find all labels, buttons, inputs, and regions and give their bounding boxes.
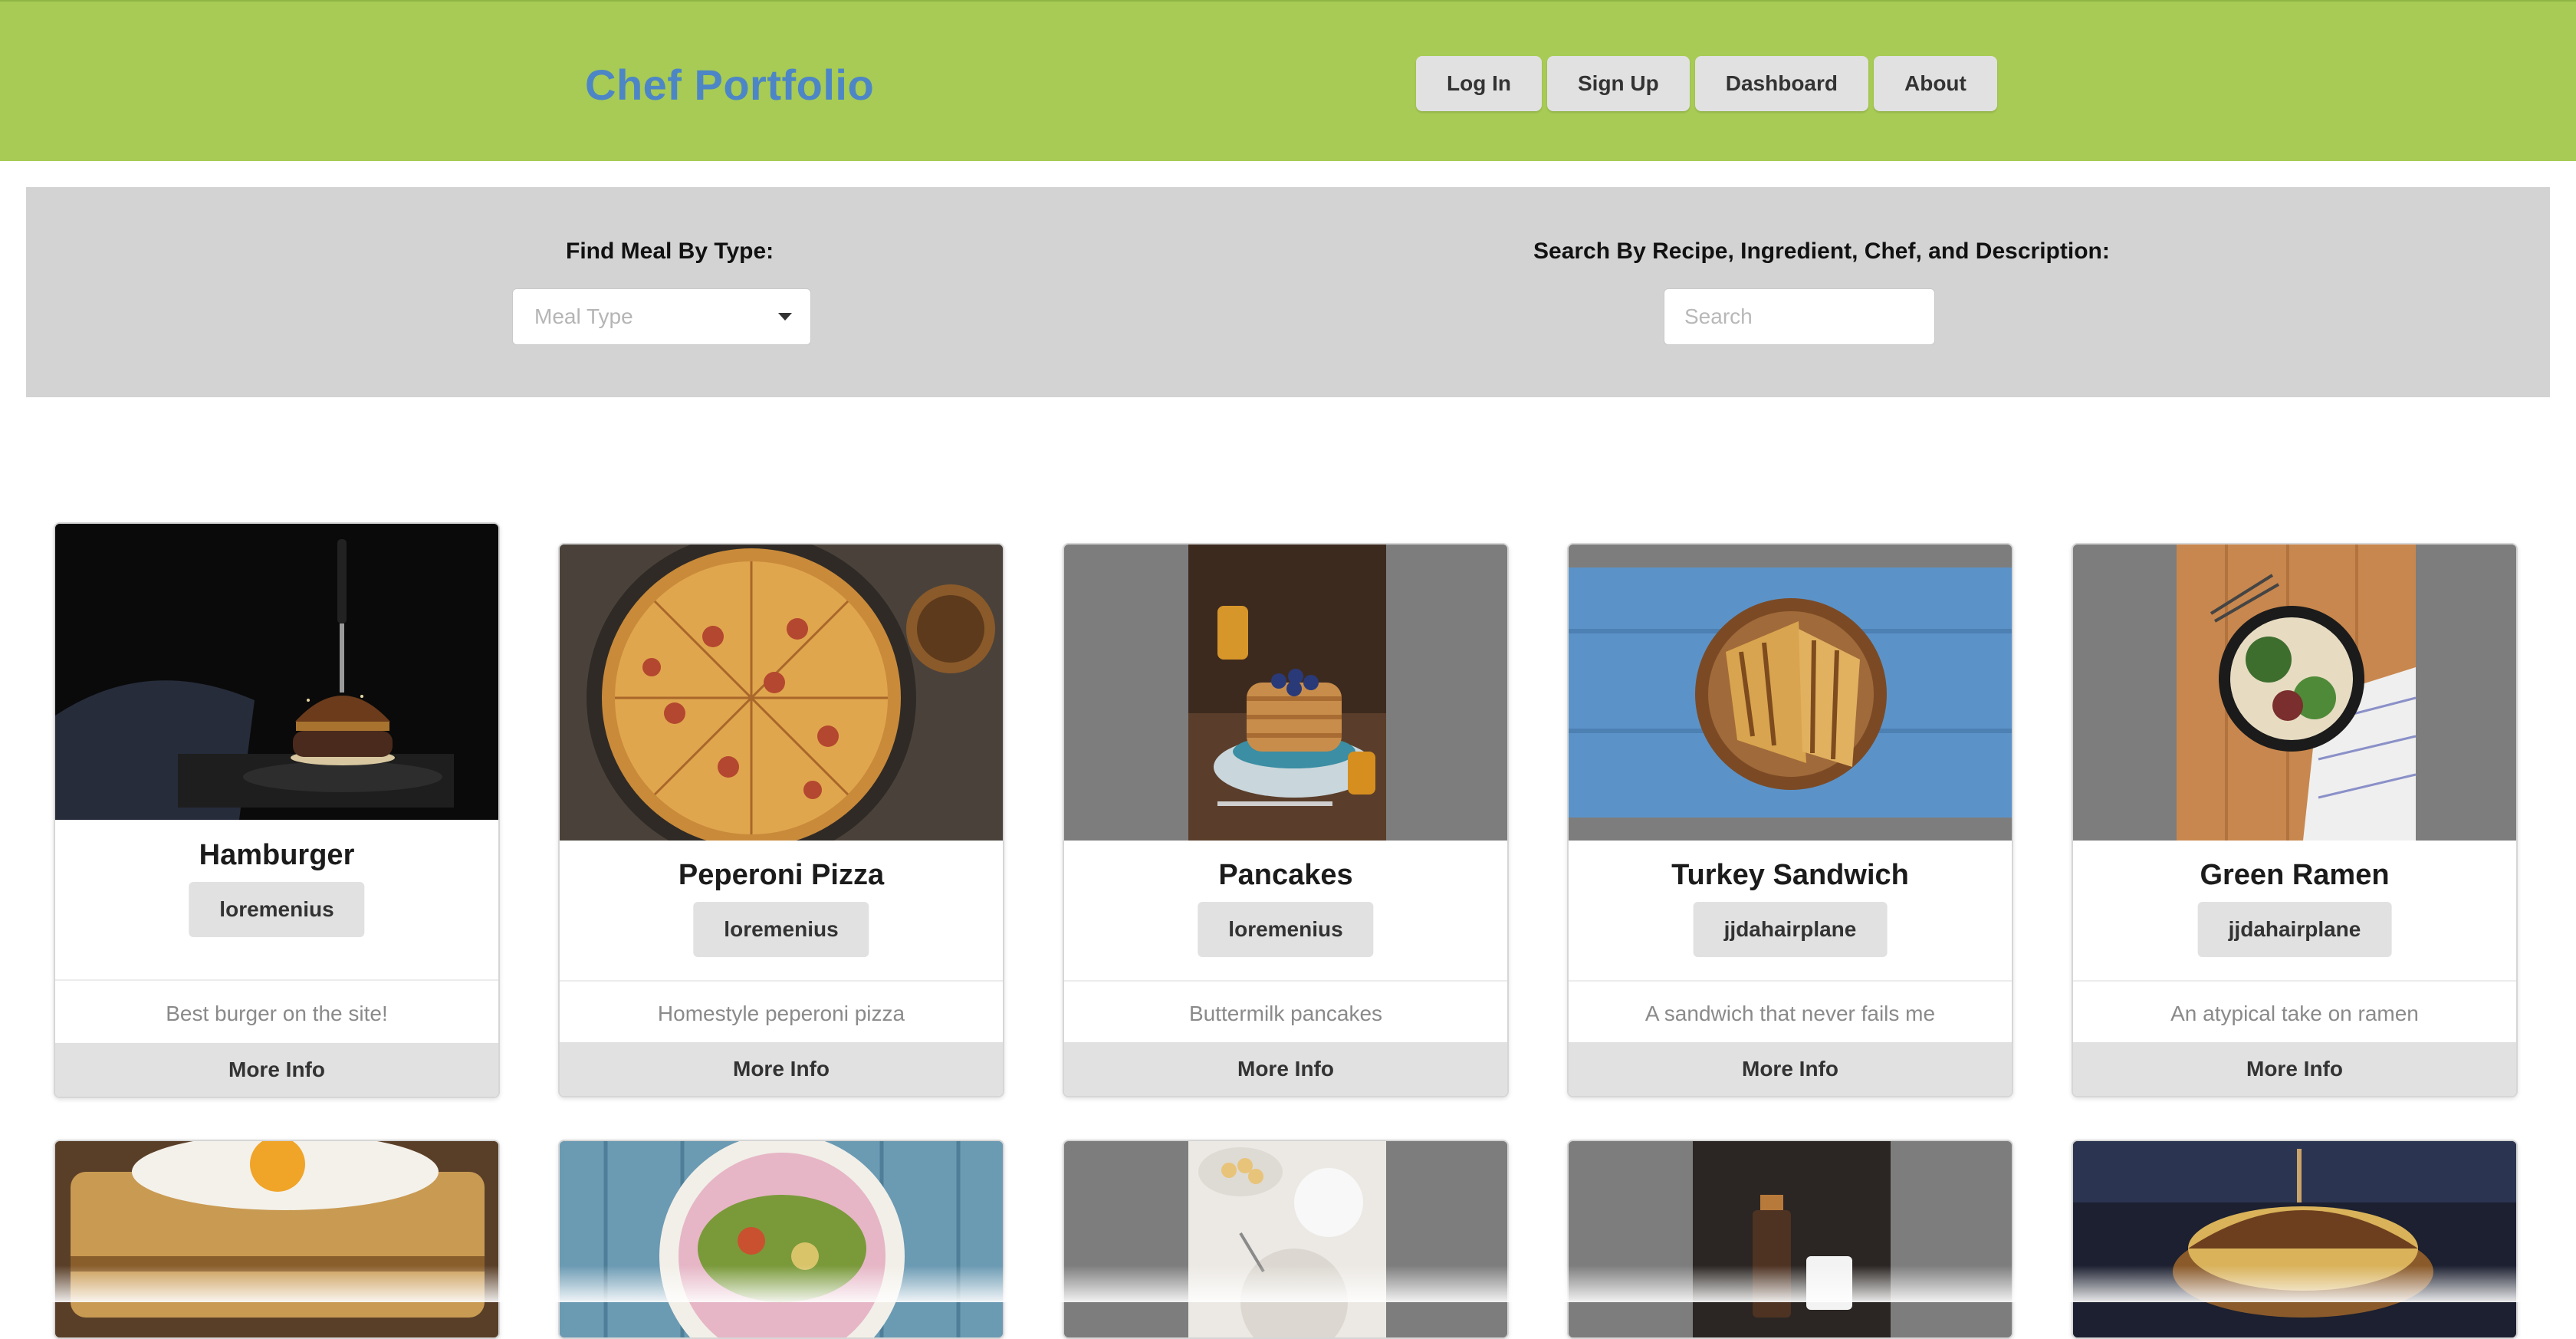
hamburger-image <box>55 524 498 820</box>
recipe-card-partial <box>558 1140 1004 1339</box>
meal-type-placeholder: Meal Type <box>534 304 633 328</box>
more-info-button[interactable]: More Info <box>1569 1042 2012 1096</box>
card-title: Pancakes <box>1218 859 1353 891</box>
more-info-button[interactable]: More Info <box>1064 1042 1507 1096</box>
recipe-card-green-ramen: Green Ramen jjdahairplane An atypical ta… <box>2072 543 2518 1097</box>
recipe-card-peperoni-pizza: Peperoni Pizza loremenius Homestyle pepe… <box>558 543 1004 1097</box>
card-title: Green Ramen <box>2200 859 2390 891</box>
tacos-image <box>560 1141 1003 1337</box>
card-description: A sandwich that never fails me <box>1644 1002 1936 1025</box>
recipe-card-pancakes: Pancakes loremenius Buttermilk pancakes … <box>1063 543 1509 1097</box>
scroll-fade <box>0 1265 2576 1302</box>
recipe-card-turkey-sandwich: Turkey Sandwich jjdahairplane A sandwich… <box>1567 543 2013 1097</box>
card-description: Homestyle peperoni pizza <box>657 1002 905 1025</box>
recipe-card-partial <box>1063 1140 1509 1339</box>
dashboard-button[interactable]: Dashboard <box>1694 56 1868 111</box>
brand-logo[interactable]: Chef Portfolio <box>585 60 874 110</box>
meal-type-label: Find Meal By Type: <box>566 239 774 264</box>
chevron-down-icon <box>778 313 792 321</box>
card-description: Buttermilk pancakes <box>1188 1002 1383 1025</box>
chef-button[interactable]: loremenius <box>693 902 869 957</box>
meal-type-select[interactable]: Meal Type <box>512 288 811 345</box>
card-title: Turkey Sandwich <box>1671 859 1909 891</box>
top-header: Chef Portfolio Log In Sign Up Dashboard … <box>0 0 2576 161</box>
recipe-card-partial <box>2072 1140 2518 1339</box>
chef-button[interactable]: loremenius <box>1198 902 1374 957</box>
card-description: An atypical take on ramen <box>2170 1002 2419 1025</box>
pancakes-image <box>1064 544 1507 841</box>
card-title: Peperoni Pizza <box>678 859 885 891</box>
chef-button[interactable]: jjdahairplane <box>1693 902 1888 957</box>
card-divider <box>560 980 1003 982</box>
card-description: Best burger on the site! <box>166 1002 388 1025</box>
chef-button[interactable]: jjdahairplane <box>2197 902 2392 957</box>
more-info-button[interactable]: More Info <box>2073 1042 2516 1096</box>
chef-button[interactable]: loremenius <box>189 882 365 937</box>
search-input[interactable] <box>1664 288 1935 345</box>
recipe-card-hamburger: Hamburger loremenius Best burger on the … <box>54 522 500 1098</box>
recipe-card-partial <box>1567 1140 2013 1339</box>
dessert-image <box>1064 1141 1507 1337</box>
login-button[interactable]: Log In <box>1416 56 1542 111</box>
card-divider <box>55 979 498 981</box>
sandwich-image <box>1569 544 2012 841</box>
pizza-image <box>560 544 1003 841</box>
burger-image <box>2073 1141 2516 1337</box>
signup-button[interactable]: Sign Up <box>1546 56 1690 111</box>
toast-image <box>55 1141 498 1337</box>
ramen-image <box>2073 544 2516 841</box>
about-button[interactable]: About <box>1874 56 1997 111</box>
more-info-button[interactable]: More Info <box>55 1043 498 1097</box>
recipe-card-partial <box>54 1140 500 1339</box>
card-divider <box>1569 980 2012 982</box>
search-label: Search By Recipe, Ingredient, Chef, and … <box>1533 239 2110 264</box>
filter-bar <box>26 187 2550 397</box>
card-title: Hamburger <box>199 839 355 871</box>
more-info-button[interactable]: More Info <box>560 1042 1003 1096</box>
coffee-image <box>1569 1141 2012 1337</box>
main-nav: Log In Sign Up Dashboard About <box>1416 56 1997 111</box>
card-divider <box>1064 980 1507 982</box>
card-divider <box>2073 980 2516 982</box>
